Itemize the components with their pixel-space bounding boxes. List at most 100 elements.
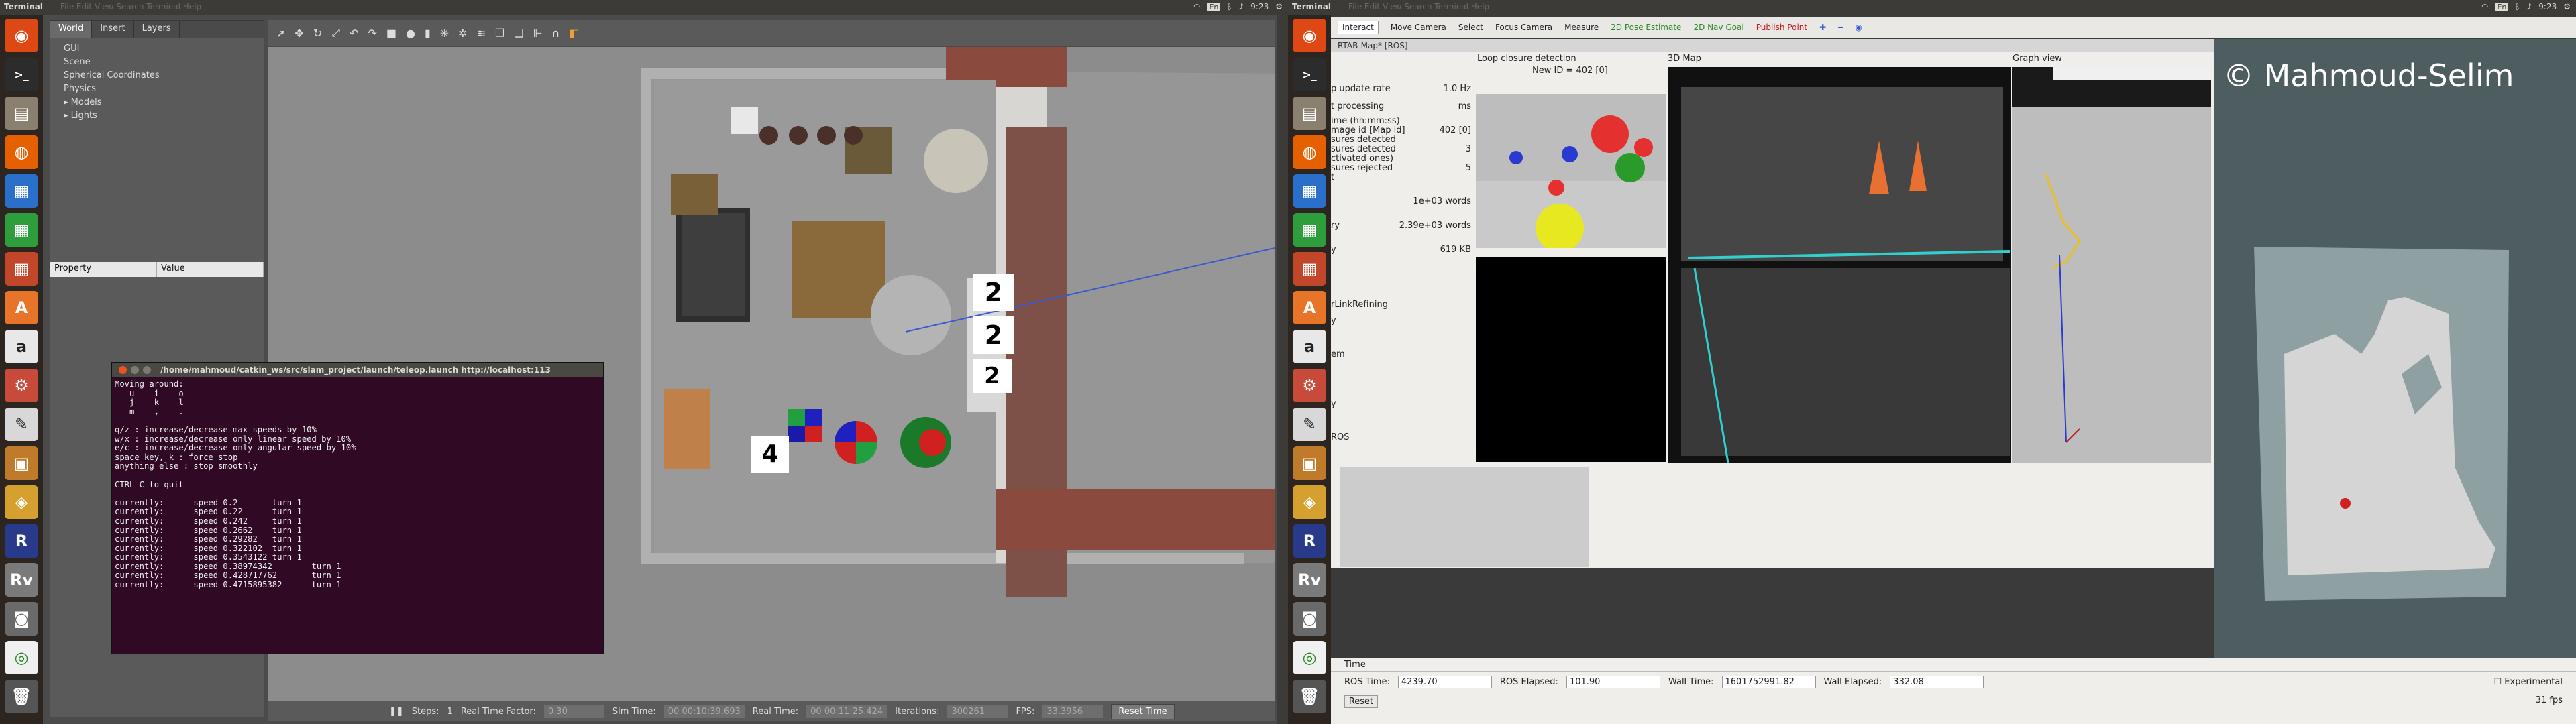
gazebo-icon[interactable]: ◈ xyxy=(5,485,38,519)
experimental-checkbox[interactable]: ☐ Experimental xyxy=(2494,677,2563,687)
close-icon[interactable] xyxy=(119,366,127,374)
impress-icon[interactable]: ▦ xyxy=(1293,252,1326,286)
writer-icon[interactable]: ▦ xyxy=(5,174,38,208)
reset-button[interactable]: Reset xyxy=(1344,695,1378,708)
minimize-icon[interactable] xyxy=(131,366,139,374)
ubuntu-icon[interactable]: ◉ xyxy=(5,19,38,52)
box-icon[interactable]: ■ xyxy=(386,27,396,40)
focus-camera-tool[interactable]: Focus Camera xyxy=(1495,23,1552,32)
publish-point-tool[interactable]: Publish Point xyxy=(1756,23,1807,32)
volume-icon[interactable]: ♪ xyxy=(1239,2,1244,11)
plus-icon[interactable]: ✚ xyxy=(1819,23,1826,32)
tree-item-gui[interactable]: GUI xyxy=(64,42,250,56)
ros-time-field[interactable]: 4239.70 xyxy=(1397,676,1492,688)
nav-goal-tool[interactable]: 2D Nav Goal xyxy=(1693,23,1743,32)
screenshot-icon[interactable]: ◙ xyxy=(1293,602,1326,636)
snap-icon[interactable]: ∩ xyxy=(552,27,560,40)
chrome-icon[interactable]: ◎ xyxy=(5,641,38,674)
wifi-icon[interactable]: ◠ xyxy=(1193,2,1200,11)
select-tool-icon[interactable]: ➚ xyxy=(276,27,285,40)
reset-time-button[interactable]: Reset Time xyxy=(1111,703,1175,719)
trash-icon[interactable]: 🗑 xyxy=(5,680,38,713)
tree-item-scene[interactable]: Scene xyxy=(64,56,250,69)
terminal-window[interactable]: /home/mahmoud/catkin_ws/src/slam_project… xyxy=(111,362,604,654)
terminal-icon[interactable]: >_ xyxy=(1293,58,1326,91)
rviz-map-view[interactable] xyxy=(2214,39,2576,658)
move-camera-tool[interactable]: Move Camera xyxy=(1391,23,1446,32)
rotate-icon[interactable]: ↻ xyxy=(313,27,322,40)
dirlight-icon[interactable]: ≋ xyxy=(477,27,486,40)
software-icon[interactable]: A xyxy=(5,291,38,324)
files-icon[interactable]: ▤ xyxy=(1293,97,1326,130)
tree-item-physics[interactable]: Physics xyxy=(64,82,250,96)
paste-icon[interactable]: ❏ xyxy=(514,27,523,40)
app-menu[interactable]: File Edit View Search Terminal Help xyxy=(60,2,201,11)
trash-icon[interactable]: 🗑 xyxy=(1293,680,1326,713)
cylinder-icon[interactable]: ▮ xyxy=(425,27,431,40)
volume-icon[interactable]: ♪ xyxy=(2527,2,2532,11)
rqt-icon[interactable]: R xyxy=(5,524,38,558)
tree-item-lights[interactable]: ▸ Lights xyxy=(64,109,250,123)
screenshot-icon[interactable]: ◙ xyxy=(5,602,38,636)
rviz-icon[interactable]: Rv xyxy=(1293,563,1326,597)
keyboard-layout-right[interactable]: En xyxy=(2495,2,2509,11)
side-item[interactable]: ROS xyxy=(1331,433,1475,442)
system-settings-icon[interactable]: ⚙ xyxy=(1293,369,1326,402)
bluetooth-icon[interactable]: ᛒ xyxy=(2515,2,2520,11)
graph-view[interactable] xyxy=(2012,67,2211,463)
settings-icon[interactable]: ⚙ xyxy=(2563,2,2571,11)
camera-icon[interactable]: ◧ xyxy=(569,27,579,40)
bluetooth-icon[interactable]: ᛒ xyxy=(1227,2,1232,11)
system-settings-icon[interactable]: ⚙ xyxy=(5,369,38,402)
text-editor-icon[interactable]: ✎ xyxy=(1293,408,1326,441)
tree-item-spherical[interactable]: Spherical Coordinates xyxy=(64,69,250,82)
impress-icon[interactable]: ▦ xyxy=(5,252,38,286)
text-editor-icon[interactable]: ✎ xyxy=(5,408,38,441)
rviz-icon[interactable]: Rv xyxy=(5,563,38,597)
redo-icon[interactable]: ↷ xyxy=(368,27,376,40)
side-item[interactable]: rLinkRefining xyxy=(1331,300,1475,310)
steps-value[interactable]: 1 xyxy=(447,707,453,717)
amazon-icon[interactable]: a xyxy=(5,330,38,363)
pause-icon[interactable]: ❚❚ xyxy=(389,707,404,717)
settings-icon[interactable]: ⚙ xyxy=(1275,2,1283,11)
clock[interactable]: 9:23 xyxy=(1250,2,1269,11)
side-item[interactable]: y xyxy=(1331,400,1475,409)
measure-tool[interactable]: Measure xyxy=(1564,23,1599,32)
ros-elapsed-field[interactable]: 101.90 xyxy=(1566,676,1660,688)
sphere-icon[interactable]: ● xyxy=(406,27,415,40)
side-item[interactable]: y xyxy=(1331,316,1475,326)
software-icon[interactable]: A xyxy=(1293,291,1326,324)
files-icon[interactable]: ▤ xyxy=(5,97,38,130)
tab-insert[interactable]: Insert xyxy=(92,21,134,38)
pose-estimate-tool[interactable]: 2D Pose Estimate xyxy=(1611,23,1681,32)
wifi-icon[interactable]: ◠ xyxy=(2481,2,2488,11)
ubuntu-icon[interactable]: ◉ xyxy=(1293,19,1326,52)
calc-icon[interactable]: ▦ xyxy=(1293,213,1326,247)
minus-icon[interactable]: ━ xyxy=(1838,23,1843,32)
spotlight-icon[interactable]: ✲ xyxy=(458,27,467,40)
interact-tool[interactable]: Interact xyxy=(1338,21,1379,34)
firefox-icon[interactable]: ◍ xyxy=(5,135,38,169)
package-icon[interactable]: ▣ xyxy=(1293,446,1326,480)
terminal-icon[interactable]: >_ xyxy=(5,58,38,91)
translate-icon[interactable]: ✥ xyxy=(294,27,303,40)
gazebo-icon[interactable]: ◈ xyxy=(1293,485,1326,519)
clock-right[interactable]: 9:23 xyxy=(2538,2,2557,11)
scale-icon[interactable]: ⤢ xyxy=(331,26,340,40)
eye-icon[interactable]: ◉ xyxy=(1855,23,1862,32)
select-tool[interactable]: Select xyxy=(1458,23,1483,32)
app-menu-right[interactable]: File Edit View Search Terminal Help xyxy=(1348,2,1489,11)
pointlight-icon[interactable]: ✳ xyxy=(440,27,449,40)
firefox-icon[interactable]: ◍ xyxy=(1293,135,1326,169)
tab-layers[interactable]: Layers xyxy=(134,21,180,38)
chrome-icon[interactable]: ◎ xyxy=(1293,641,1326,674)
package-icon[interactable]: ▣ xyxy=(5,446,38,480)
keyboard-layout[interactable]: En xyxy=(1207,2,1221,11)
calc-icon[interactable]: ▦ xyxy=(5,213,38,247)
align-icon[interactable]: ⊩ xyxy=(533,27,543,40)
tab-world[interactable]: World xyxy=(50,21,93,38)
map-3d-view[interactable] xyxy=(1668,67,2011,463)
writer-icon[interactable]: ▦ xyxy=(1293,174,1326,208)
copy-icon[interactable]: ❐ xyxy=(495,27,504,40)
